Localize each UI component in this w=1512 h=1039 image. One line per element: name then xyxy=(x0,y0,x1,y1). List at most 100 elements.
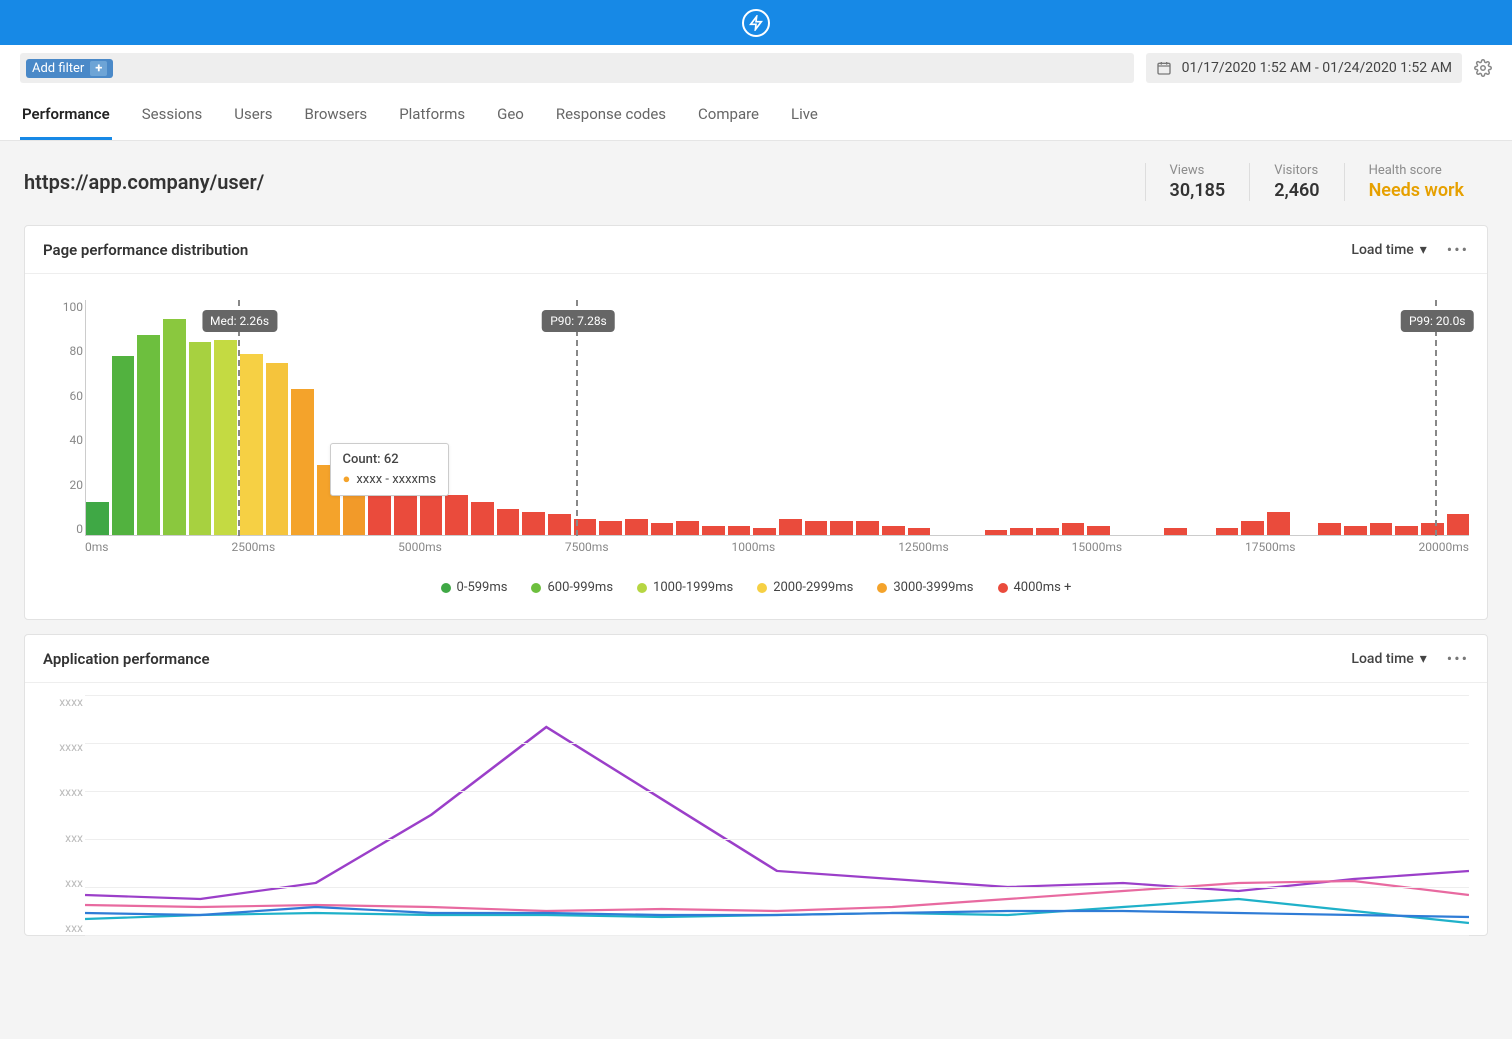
histogram-metric-selector[interactable]: Load time ▾ xyxy=(1351,242,1426,258)
histogram-bar[interactable] xyxy=(728,526,751,535)
histogram-bar[interactable] xyxy=(985,530,1008,535)
histogram-bar[interactable] xyxy=(702,526,725,535)
tab-platforms[interactable]: Platforms xyxy=(397,91,467,140)
histogram-bar[interactable] xyxy=(1164,528,1187,535)
histogram-bar[interactable] xyxy=(1421,523,1444,535)
histogram-bar[interactable] xyxy=(189,342,212,535)
legend-item[interactable]: 0-599ms xyxy=(441,580,508,595)
tab-response-codes[interactable]: Response codes xyxy=(554,91,668,140)
histogram-bar[interactable] xyxy=(445,495,468,535)
filter-bar: Add filter + 01/17/2020 1:52 AM - 01/24/… xyxy=(0,45,1512,91)
legend-dot-icon xyxy=(877,583,887,593)
histogram-panel-head: Page performance distribution Load time … xyxy=(25,226,1487,274)
histogram-bar[interactable] xyxy=(1318,523,1341,535)
calendar-icon xyxy=(1156,60,1172,76)
histogram-bar[interactable] xyxy=(599,521,622,535)
histogram-bar[interactable] xyxy=(1216,528,1239,535)
histogram-bar[interactable] xyxy=(86,502,109,535)
histogram-bar[interactable] xyxy=(882,526,905,535)
date-range-picker[interactable]: 01/17/2020 1:52 AM - 01/24/2020 1:52 AM xyxy=(1146,53,1462,83)
app-perf-title: Application performance xyxy=(43,650,1351,668)
page-stats: Views 30,185 Visitors 2,460 Health score… xyxy=(1145,163,1488,201)
histogram-bar[interactable] xyxy=(753,528,776,535)
histogram-bar[interactable] xyxy=(497,509,520,535)
plus-icon: + xyxy=(90,61,107,76)
tab-users[interactable]: Users xyxy=(232,91,274,140)
app-perf-more-icon[interactable]: ••• xyxy=(1447,649,1469,668)
marker-p99: P99: 20.0s xyxy=(1435,300,1437,536)
legend-item[interactable]: 2000-2999ms xyxy=(757,580,853,595)
stat-views: Views 30,185 xyxy=(1145,163,1250,201)
histogram-bar[interactable] xyxy=(805,521,828,535)
legend-dot-icon xyxy=(757,583,767,593)
legend-item[interactable]: 600-999ms xyxy=(531,580,613,595)
legend-dot-icon xyxy=(441,583,451,593)
top-navbar xyxy=(0,0,1512,45)
histogram-bar[interactable] xyxy=(830,521,853,535)
histogram-bar[interactable] xyxy=(548,514,571,535)
histogram-bar[interactable] xyxy=(240,354,263,535)
histogram-bar[interactable] xyxy=(1087,526,1110,535)
histogram-bar[interactable] xyxy=(676,521,699,535)
histogram-bar[interactable] xyxy=(471,502,494,535)
app-perf-head: Application performance Load time ▾ ••• xyxy=(25,635,1487,683)
app-logo-icon[interactable] xyxy=(742,9,770,37)
histogram-bar[interactable] xyxy=(908,528,931,535)
histogram-tooltip: Count: 62 xxxx - xxxxms xyxy=(330,443,450,496)
histogram-bar[interactable] xyxy=(1344,526,1367,535)
histogram-bar[interactable] xyxy=(137,335,160,535)
histogram-bar[interactable] xyxy=(1267,512,1290,536)
filter-box[interactable]: Add filter + xyxy=(20,53,1134,83)
histogram-bar[interactable] xyxy=(112,356,135,535)
histogram-bar[interactable] xyxy=(266,363,289,535)
histogram-bar[interactable] xyxy=(779,519,802,535)
chevron-down-icon: ▾ xyxy=(1420,242,1427,258)
tab-browsers[interactable]: Browsers xyxy=(303,91,370,140)
app-perf-chart: xxxxxxxxxxxxxxxxxxxxx xyxy=(85,695,1469,935)
histogram-chart: 100806040200 0ms2500ms5000ms7500ms1000ms… xyxy=(85,300,1469,560)
tab-list: Performance Sessions Users Browsers Platform… xyxy=(0,91,1512,141)
tab-sessions[interactable]: Sessions xyxy=(140,91,205,140)
histogram-bars[interactable] xyxy=(85,300,1469,536)
app-perf-metric-selector[interactable]: Load time ▾ xyxy=(1351,651,1426,667)
histogram-bar[interactable] xyxy=(368,490,391,535)
histogram-bar[interactable] xyxy=(651,523,674,535)
histogram-bar[interactable] xyxy=(1395,526,1418,535)
legend-item[interactable]: 4000ms + xyxy=(998,580,1072,595)
histogram-panel: Page performance distribution Load time … xyxy=(24,225,1488,620)
histogram-bar[interactable] xyxy=(163,319,186,535)
stat-health: Health score Needs work xyxy=(1344,163,1488,201)
histogram-bar[interactable] xyxy=(1447,514,1470,535)
histogram-bar[interactable] xyxy=(1036,528,1059,535)
histogram-bar[interactable] xyxy=(856,521,879,535)
histogram-bar[interactable] xyxy=(1010,528,1033,535)
legend-item[interactable]: 3000-3999ms xyxy=(877,580,973,595)
chevron-down-icon: ▾ xyxy=(1420,651,1427,667)
tab-live[interactable]: Live xyxy=(789,91,820,140)
page-url: https://app.company/user/ xyxy=(24,170,1145,194)
tab-performance[interactable]: Performance xyxy=(20,91,112,140)
histogram-bar[interactable] xyxy=(394,490,417,535)
tab-geo[interactable]: Geo xyxy=(495,91,526,140)
app-perf-panel: Application performance Load time ▾ ••• … xyxy=(24,634,1488,936)
add-filter-button[interactable]: Add filter + xyxy=(26,59,113,78)
histogram-bar[interactable] xyxy=(1370,523,1393,535)
gear-icon[interactable] xyxy=(1474,59,1492,77)
add-filter-label: Add filter xyxy=(32,61,84,76)
histogram-bar[interactable] xyxy=(420,493,443,535)
histogram-bar[interactable] xyxy=(291,389,314,535)
histogram-title: Page performance distribution xyxy=(43,241,1351,259)
histogram-bar[interactable] xyxy=(625,519,648,535)
legend-item[interactable]: 1000-1999ms xyxy=(637,580,733,595)
histogram-more-icon[interactable]: ••• xyxy=(1447,240,1469,259)
legend-dot-icon xyxy=(531,583,541,593)
histogram-bar[interactable] xyxy=(1062,523,1085,535)
histogram-bar[interactable] xyxy=(214,340,237,535)
histogram-legend: 0-599ms 600-999ms 1000-1999ms 2000-2999ms 30… xyxy=(25,560,1487,619)
tab-compare[interactable]: Compare xyxy=(696,91,761,140)
histogram-bar[interactable] xyxy=(522,512,545,536)
legend-dot-icon xyxy=(998,583,1008,593)
date-range-text: 01/17/2020 1:52 AM - 01/24/2020 1:52 AM xyxy=(1182,60,1452,76)
histogram-bar[interactable] xyxy=(1241,521,1264,535)
legend-dot-icon xyxy=(637,583,647,593)
